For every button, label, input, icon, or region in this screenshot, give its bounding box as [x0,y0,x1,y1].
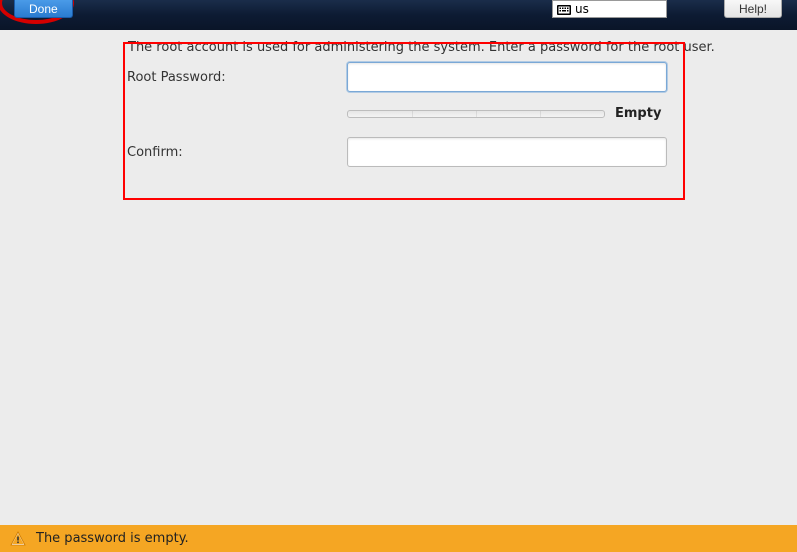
confirm-password-input[interactable] [347,137,667,167]
keyboard-icon [557,4,571,14]
password-strength-label: Empty [615,106,661,121]
content-area: The root account is used for administeri… [0,30,797,46]
done-button[interactable]: Done [14,0,73,18]
root-password-label: Root Password: [127,70,347,85]
help-button[interactable]: Help! [724,0,782,18]
root-password-row: Root Password: [127,62,687,92]
password-strength-row: Empty [347,106,687,121]
top-bar: Done us Help! [0,0,797,30]
root-password-input[interactable] [347,62,667,92]
status-message: The password is empty. [36,531,189,546]
status-bar: The password is empty. [0,525,797,552]
keyboard-layout-label: us [575,2,589,16]
confirm-password-row: Confirm: [127,137,687,167]
description-text: The root account is used for administeri… [128,40,715,55]
confirm-password-label: Confirm: [127,145,347,160]
keyboard-layout-indicator[interactable]: us [552,0,667,18]
warning-icon [10,531,26,547]
password-form: Root Password: Empty Confirm: [127,62,687,181]
password-strength-meter [347,110,605,118]
